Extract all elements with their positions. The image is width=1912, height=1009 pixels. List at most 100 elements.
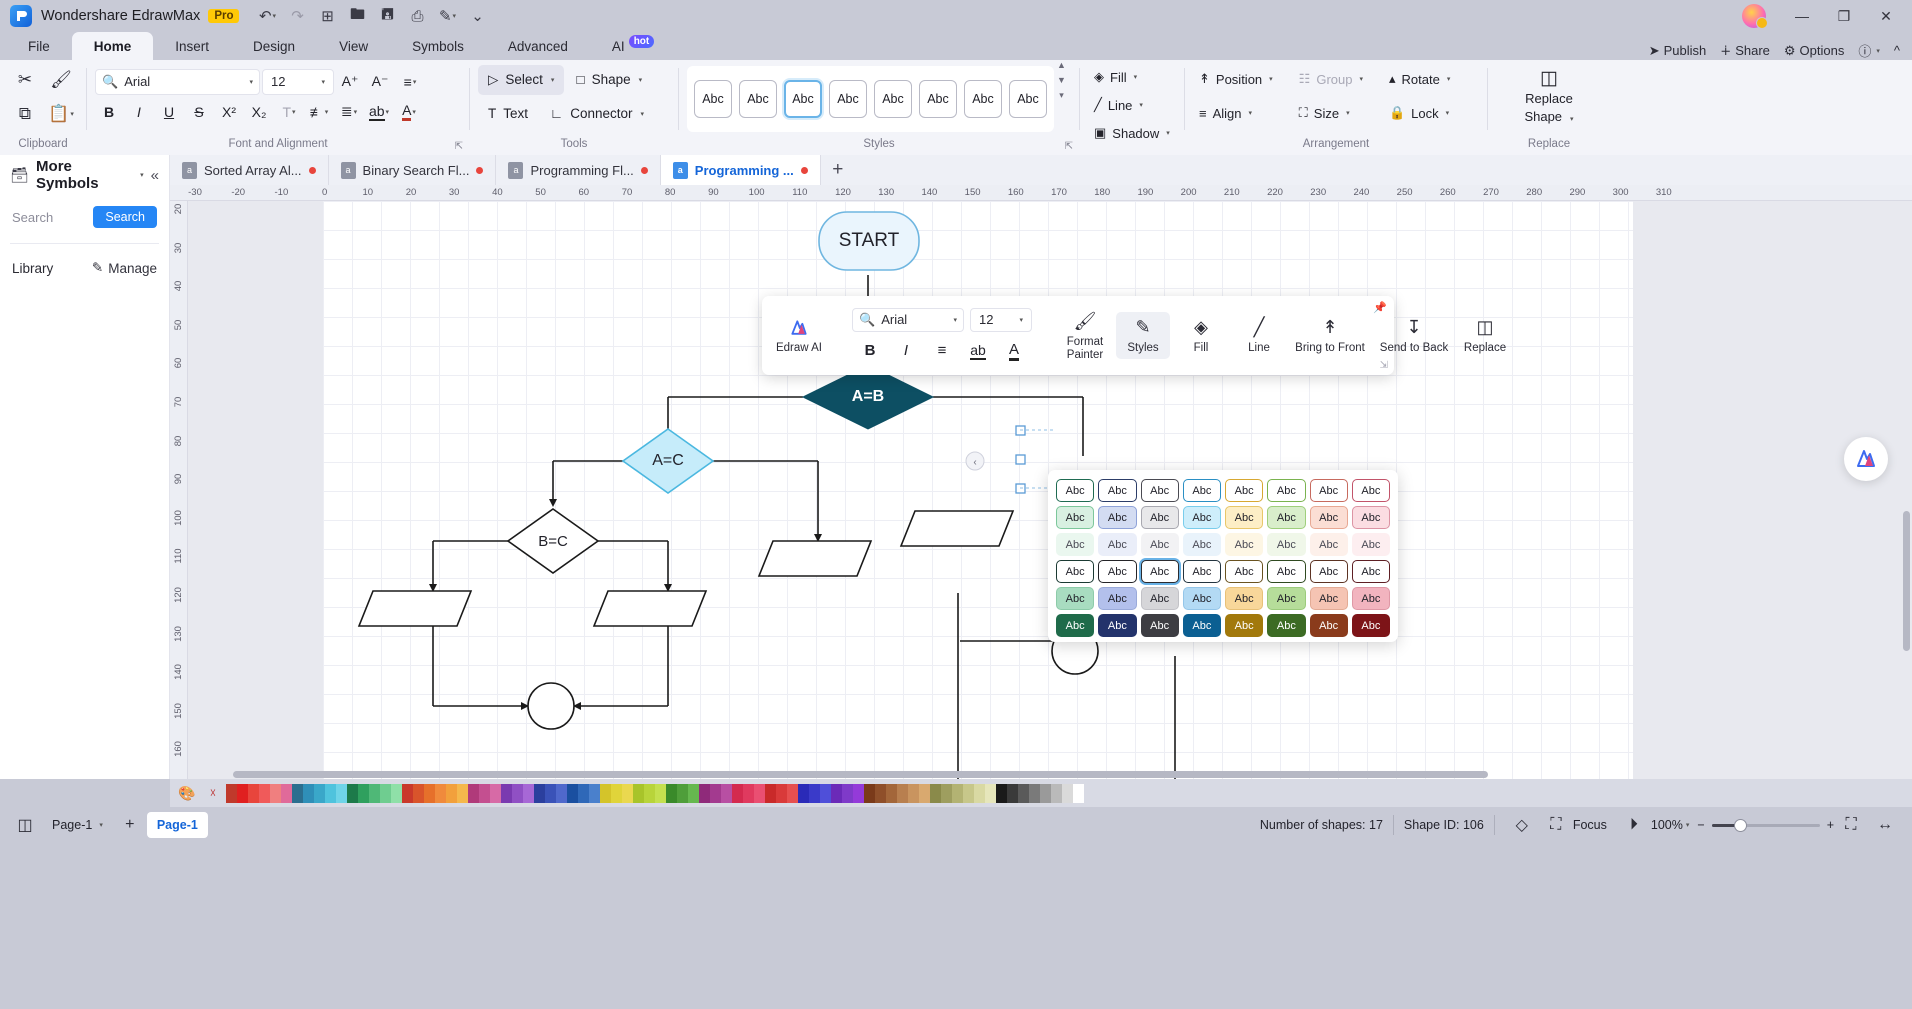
library-row[interactable]: Library ✎ Manage [0, 248, 169, 288]
color-swatch-18[interactable] [424, 783, 435, 803]
style-swatch-0[interactable]: Abc [694, 80, 732, 118]
doc-tab-2[interactable]: a Programming Fl... [496, 155, 661, 185]
text-case-button[interactable]: ab ▾ [365, 99, 393, 125]
float-text-case-button[interactable]: ab [964, 338, 992, 364]
style-cell-1-2[interactable]: Abc [1140, 506, 1179, 529]
size-button[interactable]: ⛶ Size ▾ [1293, 100, 1369, 126]
export-button[interactable]: ✎ ▾ [433, 3, 461, 29]
font-size-input[interactable]: 12 ▾ [262, 68, 334, 95]
color-swatch-31[interactable] [567, 783, 578, 803]
styles-flyout-panel[interactable]: Abc Abc Abc Abc Abc Abc Abc Abc Abc Abc Abc Abc Abc A… [1048, 470, 1398, 642]
styles-button[interactable]: ✎ Styles [1116, 312, 1170, 359]
color-swatch-71[interactable] [1007, 783, 1018, 803]
layers-icon[interactable]: ◇ [1505, 810, 1539, 840]
color-swatch-28[interactable] [534, 783, 545, 803]
float-align-button[interactable]: ≡ [928, 338, 956, 364]
color-swatch-14[interactable] [380, 783, 391, 803]
color-swatch-56[interactable] [842, 783, 853, 803]
format-painter-button[interactable]: 🖌 Format Painter [1058, 310, 1112, 361]
color-swatch-10[interactable] [336, 783, 347, 803]
style-swatch-3[interactable]: Abc [829, 80, 867, 118]
modified-indicator[interactable] [800, 166, 808, 174]
color-swatch-44[interactable] [710, 783, 721, 803]
zoom-track[interactable] [1711, 818, 1820, 832]
bold-button[interactable]: B [95, 99, 123, 125]
send-to-back-button[interactable]: ↧ Send to Back [1374, 316, 1454, 355]
rotate-button[interactable]: ▴ Rotate ▾ [1383, 66, 1456, 92]
menu-item-advanced[interactable]: Advanced [486, 32, 590, 60]
focus-label[interactable]: Focus [1573, 818, 1607, 832]
bullets-button[interactable]: ≣ ▾ [335, 99, 363, 125]
style-cell-5-1[interactable]: Abc [1098, 614, 1137, 637]
present-icon[interactable]: ⏵ [1617, 810, 1651, 840]
color-swatch-29[interactable] [545, 783, 556, 803]
chevron-down-icon[interactable]: ▾ [321, 78, 325, 86]
chevron-down-icon[interactable]: ▾ [1686, 821, 1690, 829]
redo-button[interactable]: ↷ [283, 3, 311, 29]
style-cell-2-5[interactable]: Abc [1267, 533, 1306, 556]
style-cell-5-0[interactable]: Abc [1056, 614, 1095, 637]
chevron-down-icon[interactable]: ▾ [1019, 316, 1023, 324]
color-swatch-52[interactable] [798, 783, 809, 803]
dialog-launcher-icon[interactable]: ⇱ [1065, 141, 1073, 152]
style-cell-3-3[interactable]: Abc [1182, 560, 1221, 583]
style-cell-1-7[interactable]: Abc [1351, 506, 1390, 529]
color-swatch-45[interactable] [721, 783, 732, 803]
focus-icon[interactable]: ⛶ [1539, 810, 1573, 840]
horizontal-scrollbar[interactable] [188, 770, 1912, 779]
style-swatch-4[interactable]: Abc [874, 80, 912, 118]
maximize-button[interactable]: ❐ [1824, 1, 1864, 31]
color-swatch-9[interactable] [325, 783, 336, 803]
color-swatch-43[interactable] [699, 783, 710, 803]
color-swatch-63[interactable] [919, 783, 930, 803]
color-swatch-11[interactable] [347, 783, 358, 803]
fit-width-icon[interactable]: ↔ [1868, 810, 1902, 840]
shadow-button[interactable]: ▣ Shadow ▾ [1088, 120, 1176, 146]
style-cell-0-3[interactable]: Abc [1182, 479, 1221, 502]
color-swatch-59[interactable] [875, 783, 886, 803]
float-font-color-button[interactable]: A [1000, 338, 1028, 364]
color-swatch-73[interactable] [1029, 783, 1040, 803]
style-cell-3-7[interactable]: Abc [1351, 560, 1390, 583]
color-swatch-53[interactable] [809, 783, 820, 803]
group-button[interactable]: ☷ Group ▾ [1293, 66, 1369, 92]
style-cell-2-0[interactable]: Abc [1056, 533, 1095, 556]
color-swatch-39[interactable] [655, 783, 666, 803]
text-tool-button[interactable]: T Text [478, 99, 538, 129]
style-cell-3-0[interactable]: Abc [1056, 560, 1095, 583]
style-cell-0-2[interactable]: Abc [1140, 479, 1179, 502]
style-cell-0-4[interactable]: Abc [1225, 479, 1264, 502]
color-swatch-4[interactable] [270, 783, 281, 803]
style-swatch-5[interactable]: Abc [919, 80, 957, 118]
edraw-ai-orb-button[interactable] [1844, 437, 1888, 481]
style-cell-0-6[interactable]: Abc [1309, 479, 1348, 502]
line-button[interactable]: ╱ Line ▾ [1088, 92, 1176, 118]
fill-button[interactable]: ◈ Fill [1174, 316, 1228, 355]
color-swatch-77[interactable] [1073, 783, 1084, 803]
styles-expand-icon[interactable]: ▾ [1059, 90, 1064, 101]
format-painter-icon[interactable]: 🖌 [44, 65, 78, 95]
menu-item-ai[interactable]: AI hot [590, 32, 676, 60]
style-swatch-7[interactable]: Abc [1009, 80, 1047, 118]
color-swatch-68[interactable] [974, 783, 985, 803]
style-swatch-6[interactable]: Abc [964, 80, 1002, 118]
float-bold-button[interactable]: B [856, 338, 884, 364]
minimize-button[interactable]: — [1782, 1, 1822, 31]
zoom-slider[interactable]: − + [1697, 818, 1834, 832]
scrollbar-thumb[interactable] [233, 771, 1488, 778]
color-swatch-1[interactable] [237, 783, 248, 803]
collapse-panel-button[interactable]: « [151, 167, 159, 184]
color-swatch-40[interactable] [666, 783, 677, 803]
search-button[interactable]: Search [93, 206, 157, 228]
chevron-down-icon[interactable]: ▾ [249, 78, 253, 86]
search-input[interactable]: Search [12, 210, 85, 225]
color-swatch-37[interactable] [633, 783, 644, 803]
color-swatch-70[interactable] [996, 783, 1007, 803]
options-button[interactable]: ⚙ Options [1784, 43, 1844, 59]
style-cell-4-4[interactable]: Abc [1225, 587, 1264, 610]
fit-page-icon[interactable]: ⛶ [1834, 810, 1868, 840]
style-swatch-1[interactable]: Abc [739, 80, 777, 118]
color-swatch-66[interactable] [952, 783, 963, 803]
color-swatch-72[interactable] [1018, 783, 1029, 803]
superscript-button[interactable]: X² [215, 99, 243, 125]
